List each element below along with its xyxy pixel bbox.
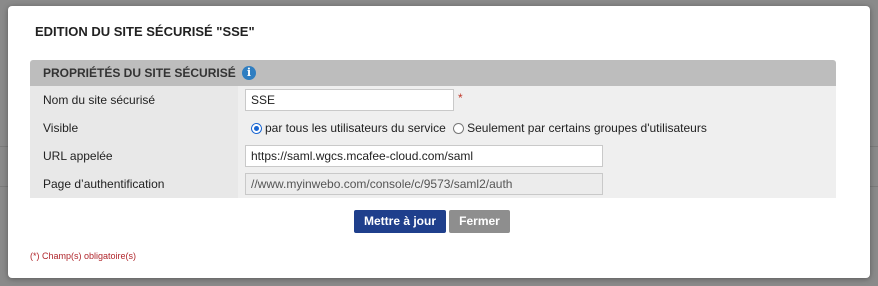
site-name-input[interactable]: SSE [245, 89, 454, 111]
radio-some-groups[interactable]: Seulement par certains groupes d'utilisa… [453, 121, 707, 135]
url-label: URL appelée [43, 149, 113, 163]
section-title: PROPRIÉTÉS DU SITE SÉCURISÉ [43, 66, 236, 80]
visible-label: Visible [43, 121, 79, 135]
radio-unchecked-icon[interactable] [453, 123, 465, 134]
visibility-radio-group: par tous les utilisateurs du service Seu… [251, 121, 711, 135]
section-header: PROPRIÉTÉS DU SITE SÉCURISÉ i [30, 60, 836, 86]
close-button[interactable]: Fermer [449, 210, 510, 233]
row-url: URL appelée https://saml.wgcs.mcafee-clo… [30, 142, 836, 170]
row-auth-page: Page d’authentification //www.myinwebo.c… [30, 170, 836, 198]
url-input[interactable]: https://saml.wgcs.mcafee-cloud.com/saml [245, 145, 603, 167]
required-star: * [458, 91, 463, 105]
dialog-title: EDITION DU SITE SÉCURISÉ "SSE" [35, 24, 255, 39]
radio-some-groups-label[interactable]: Seulement par certains groupes d'utilisa… [467, 121, 707, 135]
save-button[interactable]: Mettre à jour [354, 210, 446, 233]
site-name-label: Nom du site sécurisé [43, 93, 156, 107]
row-visible: Visible par tous les utilisateurs du ser… [30, 114, 836, 142]
properties-form: Nom du site sécurisé SSE * Visible par t… [30, 86, 836, 198]
auth-page-input: //www.myinwebo.com/console/c/9573/saml2/… [245, 173, 603, 195]
info-icon[interactable]: i [242, 66, 256, 80]
radio-checked-icon[interactable] [251, 123, 262, 134]
row-site-name: Nom du site sécurisé SSE * [30, 86, 836, 114]
radio-all-users[interactable]: par tous les utilisateurs du service [251, 121, 446, 135]
auth-page-label: Page d’authentification [43, 177, 165, 191]
edit-site-dialog: EDITION DU SITE SÉCURISÉ "SSE" PROPRIÉTÉ… [8, 6, 870, 278]
radio-all-users-label[interactable]: par tous les utilisateurs du service [265, 121, 446, 135]
required-fields-note: (*) Champ(s) obligatoire(s) [30, 251, 137, 261]
